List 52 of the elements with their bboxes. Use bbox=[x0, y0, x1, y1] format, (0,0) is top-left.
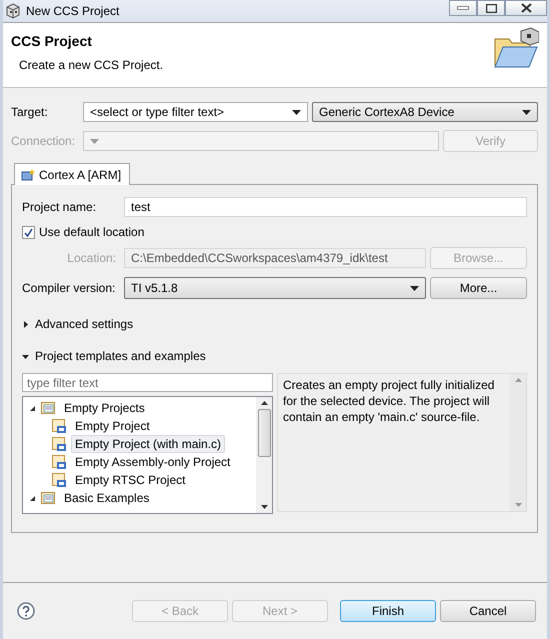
window-title: New CCS Project bbox=[26, 4, 120, 18]
device-dropdown[interactable]: Generic CortexA8 Device bbox=[312, 102, 538, 122]
section-toggle[interactable]: Project templates and examples bbox=[22, 349, 527, 363]
wizard-button[interactable]: Finish bbox=[340, 600, 436, 622]
app-cube-icon bbox=[5, 3, 21, 19]
target-label: Target: bbox=[11, 105, 49, 119]
expanded-arrow-icon[interactable] bbox=[29, 494, 36, 502]
tree-item[interactable]: Empty RTSC Project bbox=[71, 471, 190, 489]
close-icon bbox=[520, 3, 532, 13]
checkbox[interactable] bbox=[22, 226, 35, 238]
dropdown-arrow-icon bbox=[292, 110, 301, 114]
project-icon bbox=[51, 418, 67, 434]
template-description: Creates an empty project fully initialized for the selected device. The project will contain an empty 'main.c' source-file. bbox=[282, 377, 496, 426]
maximize-icon bbox=[486, 4, 496, 12]
expanded-arrow-icon bbox=[22, 352, 29, 360]
maximize-button[interactable] bbox=[477, 0, 505, 16]
tree-item[interactable]: Empty Project (with main.c) bbox=[71, 435, 226, 453]
section-toggle[interactable]: Advanced settings bbox=[22, 317, 527, 331]
folder-icon bbox=[40, 400, 56, 416]
page-description: Create a new CCS Project. bbox=[19, 58, 164, 72]
more-button[interactable]: More... bbox=[430, 277, 527, 299]
scroll-down-arrow-icon[interactable] bbox=[260, 505, 268, 509]
target-filter-combo[interactable]: <select or type filter text> bbox=[83, 102, 308, 122]
help-icon[interactable] bbox=[17, 602, 35, 620]
tree-item[interactable]: Empty Projects bbox=[60, 399, 149, 417]
location-label: Location: bbox=[66, 251, 117, 265]
close-button[interactable] bbox=[505, 0, 547, 16]
filter-field[interactable]: type filter text bbox=[22, 373, 273, 392]
page-title: CCS Project bbox=[11, 33, 93, 49]
project-icon bbox=[51, 472, 67, 488]
dropdown-arrow-icon bbox=[522, 110, 531, 114]
expanded-arrow-icon[interactable] bbox=[29, 404, 36, 412]
project-name-field[interactable]: test bbox=[124, 197, 527, 217]
compiler-version-label: Compiler version: bbox=[22, 281, 116, 295]
scrollbar[interactable] bbox=[256, 397, 272, 513]
tree-item[interactable]: Empty Assembly-only Project bbox=[71, 453, 234, 471]
tab[interactable]: Cortex A [ARM] bbox=[14, 163, 130, 185]
dropdown-arrow-icon bbox=[90, 138, 99, 144]
compiler-version-dropdown[interactable]: TI v5.1.8 bbox=[124, 277, 426, 299]
dropdown-arrow-icon bbox=[410, 286, 419, 290]
minimize-icon bbox=[457, 6, 469, 10]
project-icon bbox=[51, 436, 67, 452]
tree-item[interactable]: Empty Project bbox=[71, 417, 154, 435]
folder-icon bbox=[40, 490, 56, 506]
collapsed-arrow-icon bbox=[22, 320, 29, 328]
project-icon bbox=[51, 454, 67, 470]
scroll-up-arrow-icon[interactable] bbox=[260, 401, 268, 405]
tree-item[interactable]: Basic Examples bbox=[60, 489, 154, 507]
project-name-label: Project name: bbox=[22, 200, 98, 214]
connection-label: Connection: bbox=[11, 134, 76, 148]
checkbox-label: Use default location bbox=[39, 225, 144, 239]
wizard-button[interactable]: Cancel bbox=[440, 600, 536, 622]
